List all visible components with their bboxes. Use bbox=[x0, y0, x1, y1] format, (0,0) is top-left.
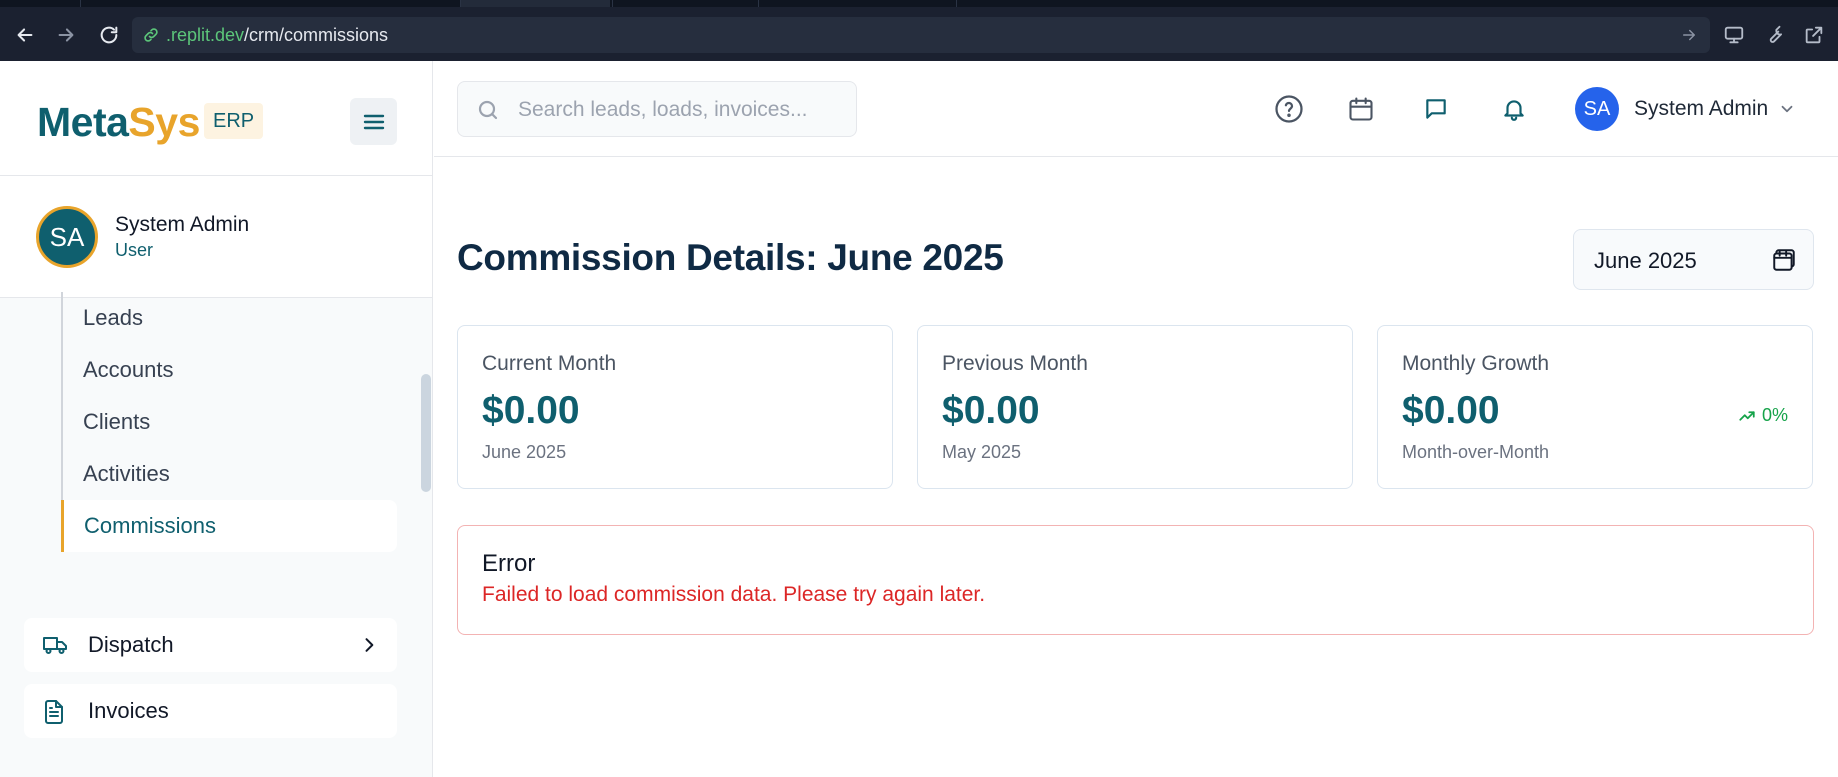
global-search[interactable] bbox=[457, 81, 857, 137]
help-button[interactable] bbox=[1271, 91, 1307, 127]
reload-button[interactable] bbox=[95, 21, 123, 49]
user-role: User bbox=[115, 240, 154, 260]
error-alert: Error Failed to load commission data. Pl… bbox=[457, 525, 1814, 635]
search-input[interactable] bbox=[518, 96, 838, 124]
month-picker-value: June 2025 bbox=[1594, 248, 1697, 273]
user-name: System Admin bbox=[1634, 97, 1769, 120]
messages-button[interactable] bbox=[1418, 91, 1454, 127]
user-menu[interactable]: SA System Admin bbox=[1575, 87, 1796, 131]
search-icon bbox=[478, 100, 498, 120]
card-title: Current Month bbox=[482, 352, 617, 375]
tools-button[interactable] bbox=[1760, 21, 1788, 49]
browser-tab[interactable] bbox=[80, 0, 400, 7]
notifications-button[interactable] bbox=[1496, 91, 1532, 127]
address-bar[interactable]: .replit.dev/crm/commissions bbox=[132, 17, 1710, 53]
page-title: Commission Details: June 2025 bbox=[457, 237, 1004, 278]
browser-tab[interactable] bbox=[612, 0, 757, 7]
top-header: SA System Admin bbox=[434, 61, 1838, 157]
calendar-button[interactable] bbox=[1343, 91, 1379, 127]
arrow-right-icon bbox=[58, 28, 74, 42]
sidebar-item-label: Invoices bbox=[88, 698, 169, 723]
browser-tabstrip bbox=[0, 0, 1838, 7]
bell-icon bbox=[1504, 100, 1524, 121]
sidebar: MetaSys ERP SA System Admin User Leads A… bbox=[0, 61, 433, 777]
help-circle-icon bbox=[1275, 95, 1303, 123]
sidebar-item-invoices[interactable]: Invoices bbox=[24, 684, 397, 738]
sidebar-item-clients[interactable]: Clients bbox=[61, 396, 397, 448]
error-title: Error bbox=[482, 550, 536, 577]
back-button[interactable] bbox=[11, 21, 39, 49]
sidebar-item-commissions[interactable]: Commissions bbox=[61, 500, 397, 552]
reload-icon bbox=[100, 26, 118, 44]
url-text: .replit.dev/crm/commissions bbox=[166, 24, 389, 45]
document-icon bbox=[45, 700, 63, 724]
chevron-down-icon bbox=[1781, 105, 1793, 113]
browser-tab-active[interactable] bbox=[460, 0, 610, 7]
month-picker[interactable]: June 2025 bbox=[1573, 229, 1814, 290]
brand-header: MetaSys ERP bbox=[0, 61, 432, 176]
external-link-icon bbox=[1805, 26, 1823, 44]
card-title: Previous Month bbox=[942, 352, 1088, 375]
browser-tab[interactable] bbox=[758, 0, 956, 7]
user-name: System Admin bbox=[115, 213, 250, 236]
card-subtitle: May 2025 bbox=[942, 442, 1022, 462]
browser-toolbar: .replit.dev/crm/commissions bbox=[0, 7, 1838, 61]
sidebar-item-dispatch[interactable]: Dispatch bbox=[24, 618, 397, 672]
monthly-growth-card: Monthly Growth $0.00 Month-over-Month 0% bbox=[1377, 325, 1813, 489]
calendar-icon bbox=[1349, 97, 1373, 121]
monitor-icon bbox=[1724, 26, 1744, 44]
card-value: $0.00 bbox=[942, 389, 1040, 432]
calendar-icon bbox=[1773, 249, 1795, 271]
logo[interactable]: MetaSys bbox=[37, 99, 200, 146]
menu-toggle-button[interactable] bbox=[350, 98, 397, 145]
card-subtitle: Month-over-Month bbox=[1402, 442, 1550, 462]
card-title: Monthly Growth bbox=[1402, 352, 1550, 375]
arrow-left-icon bbox=[17, 28, 33, 42]
trending-up-icon bbox=[1739, 410, 1755, 421]
current-month-card: Current Month $0.00 June 2025 bbox=[457, 325, 893, 489]
avatar: SA bbox=[1575, 87, 1619, 131]
sidebar-item-activities[interactable]: Activities bbox=[61, 448, 397, 500]
link-icon bbox=[144, 28, 158, 42]
wrench-icon bbox=[1769, 25, 1782, 43]
card-subtitle: June 2025 bbox=[482, 442, 567, 462]
sidebar-item-leads[interactable]: Leads bbox=[61, 292, 397, 344]
sidebar-item-label: Dispatch bbox=[88, 632, 174, 657]
open-external-button[interactable] bbox=[1800, 21, 1828, 49]
devices-button[interactable] bbox=[1720, 21, 1748, 49]
sidebar-item-accounts[interactable]: Accounts bbox=[61, 344, 397, 396]
truck-icon bbox=[43, 637, 67, 654]
message-icon bbox=[1426, 99, 1446, 119]
hamburger-icon bbox=[363, 114, 384, 129]
browser-tab[interactable] bbox=[956, 0, 1104, 7]
growth-indicator: 0% bbox=[1738, 405, 1788, 426]
go-arrow-icon[interactable] bbox=[1680, 26, 1698, 44]
forward-button[interactable] bbox=[52, 21, 80, 49]
card-value: $0.00 bbox=[482, 389, 580, 432]
error-message: Failed to load commission data. Please t… bbox=[482, 583, 986, 606]
chevron-right-icon bbox=[365, 638, 374, 652]
avatar: SA bbox=[36, 206, 98, 268]
previous-month-card: Previous Month $0.00 May 2025 bbox=[917, 325, 1353, 489]
sidebar-scrollbar[interactable] bbox=[421, 374, 431, 492]
sidebar-user-profile[interactable]: SA System Admin User bbox=[0, 176, 432, 298]
card-value: $0.00 bbox=[1402, 389, 1500, 432]
growth-percent: 0% bbox=[1761, 405, 1788, 425]
erp-badge: ERP bbox=[204, 103, 264, 139]
